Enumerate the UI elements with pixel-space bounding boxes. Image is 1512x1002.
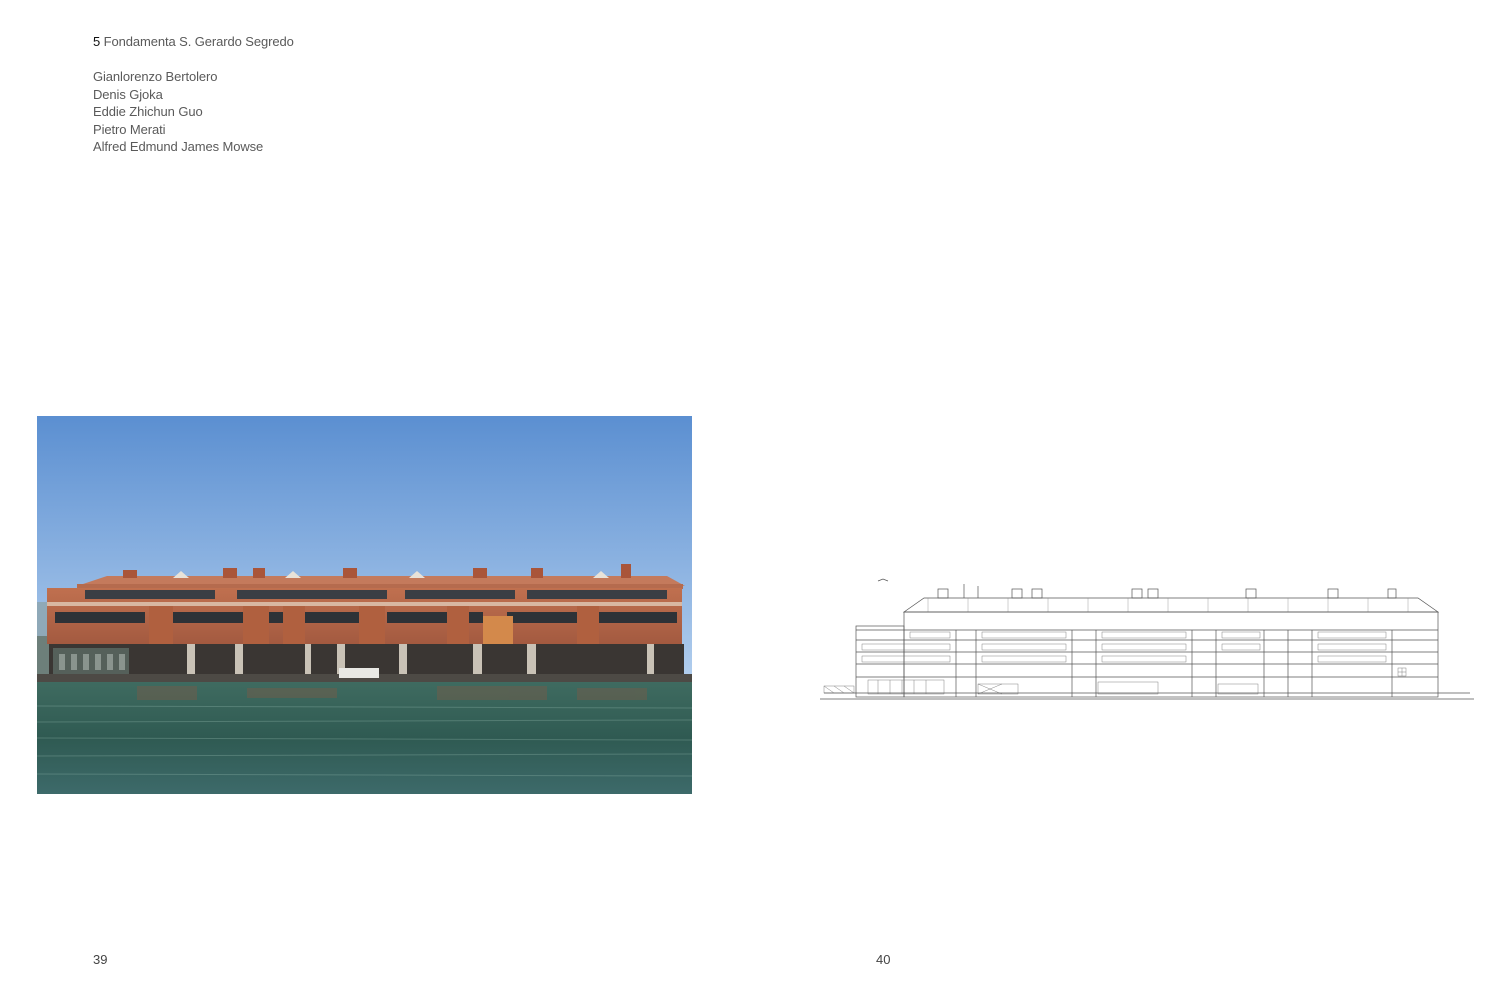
author-list: Gianlorenzo Bertolero Denis Gjoka Eddie … <box>93 68 263 156</box>
author-name: Alfred Edmund James Mowse <box>93 139 264 154</box>
page-number-left: 39 <box>93 952 108 967</box>
project-title: Fondamenta S. Gerardo Segredo <box>103 34 294 49</box>
author-name: Eddie Zhichun Guo <box>93 104 203 119</box>
book-spread: 5 Fondamenta S. Gerardo Segredo Gianlore… <box>0 0 1512 1002</box>
building-photograph <box>37 416 692 794</box>
page-number-right: 40 <box>876 952 891 967</box>
author-name: Gianlorenzo Bertolero <box>93 69 218 84</box>
project-heading: 5 Fondamenta S. Gerardo Segredo <box>93 33 294 50</box>
project-number: 5 <box>93 34 101 49</box>
author-name: Pietro Merati <box>93 121 166 137</box>
elevation-drawing <box>818 572 1480 707</box>
author-name: Denis Gjoka <box>93 86 163 102</box>
